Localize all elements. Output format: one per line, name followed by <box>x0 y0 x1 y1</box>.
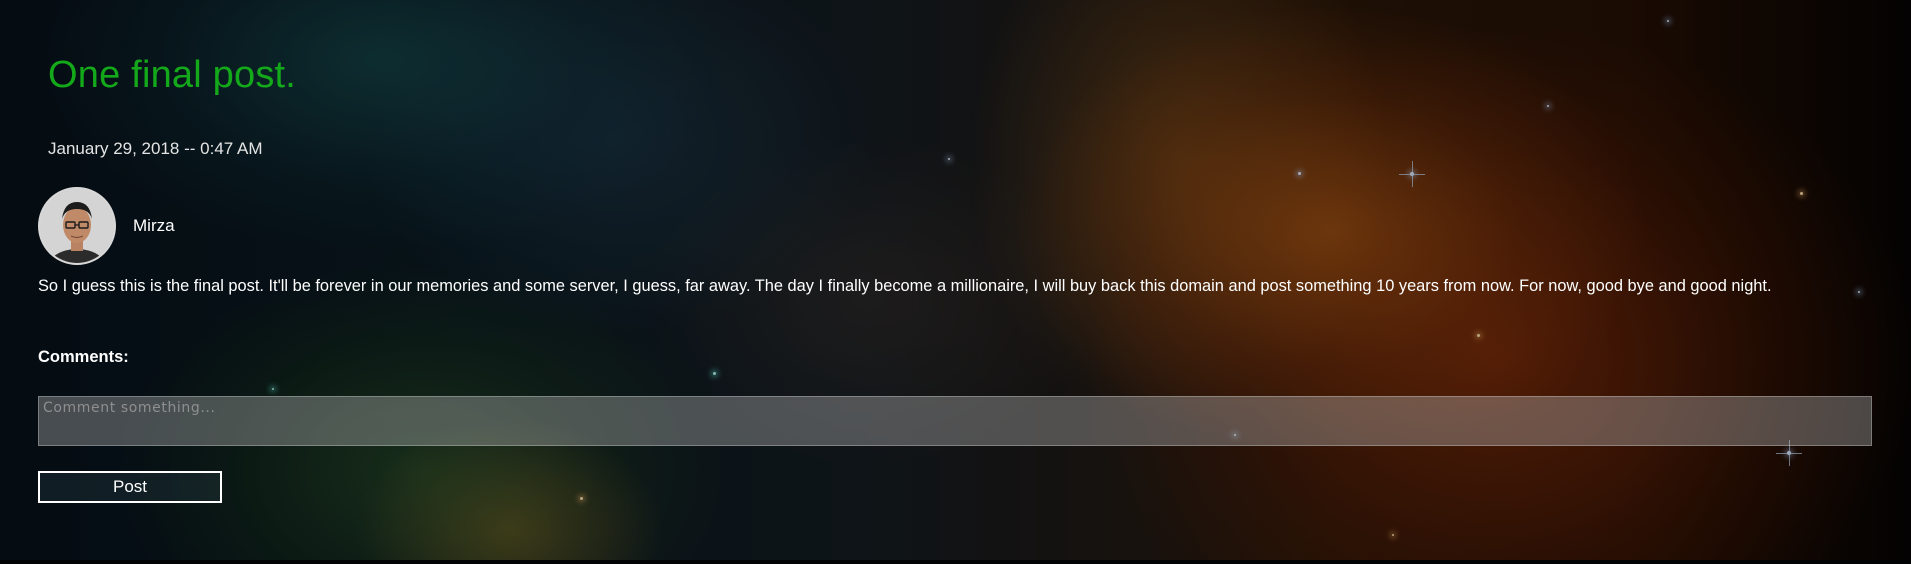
post-comment-button[interactable]: Post <box>38 471 222 503</box>
author-name: Mirza <box>133 216 175 235</box>
comments-heading: Comments: <box>38 348 129 366</box>
author-avatar <box>38 187 116 265</box>
post-date: January 29, 2018 -- 0:47 AM <box>48 139 263 158</box>
post-page: One final post. January 29, 2018 -- 0:47… <box>0 0 1911 564</box>
post-body: So I guess this is the final post. It'll… <box>38 277 1772 295</box>
comment-input[interactable] <box>38 396 1872 446</box>
page-bottom-edge <box>0 560 1911 564</box>
post-title: One final post. <box>48 54 297 96</box>
avatar-portrait-icon <box>40 189 114 263</box>
author-info: Mirza <box>38 187 175 265</box>
